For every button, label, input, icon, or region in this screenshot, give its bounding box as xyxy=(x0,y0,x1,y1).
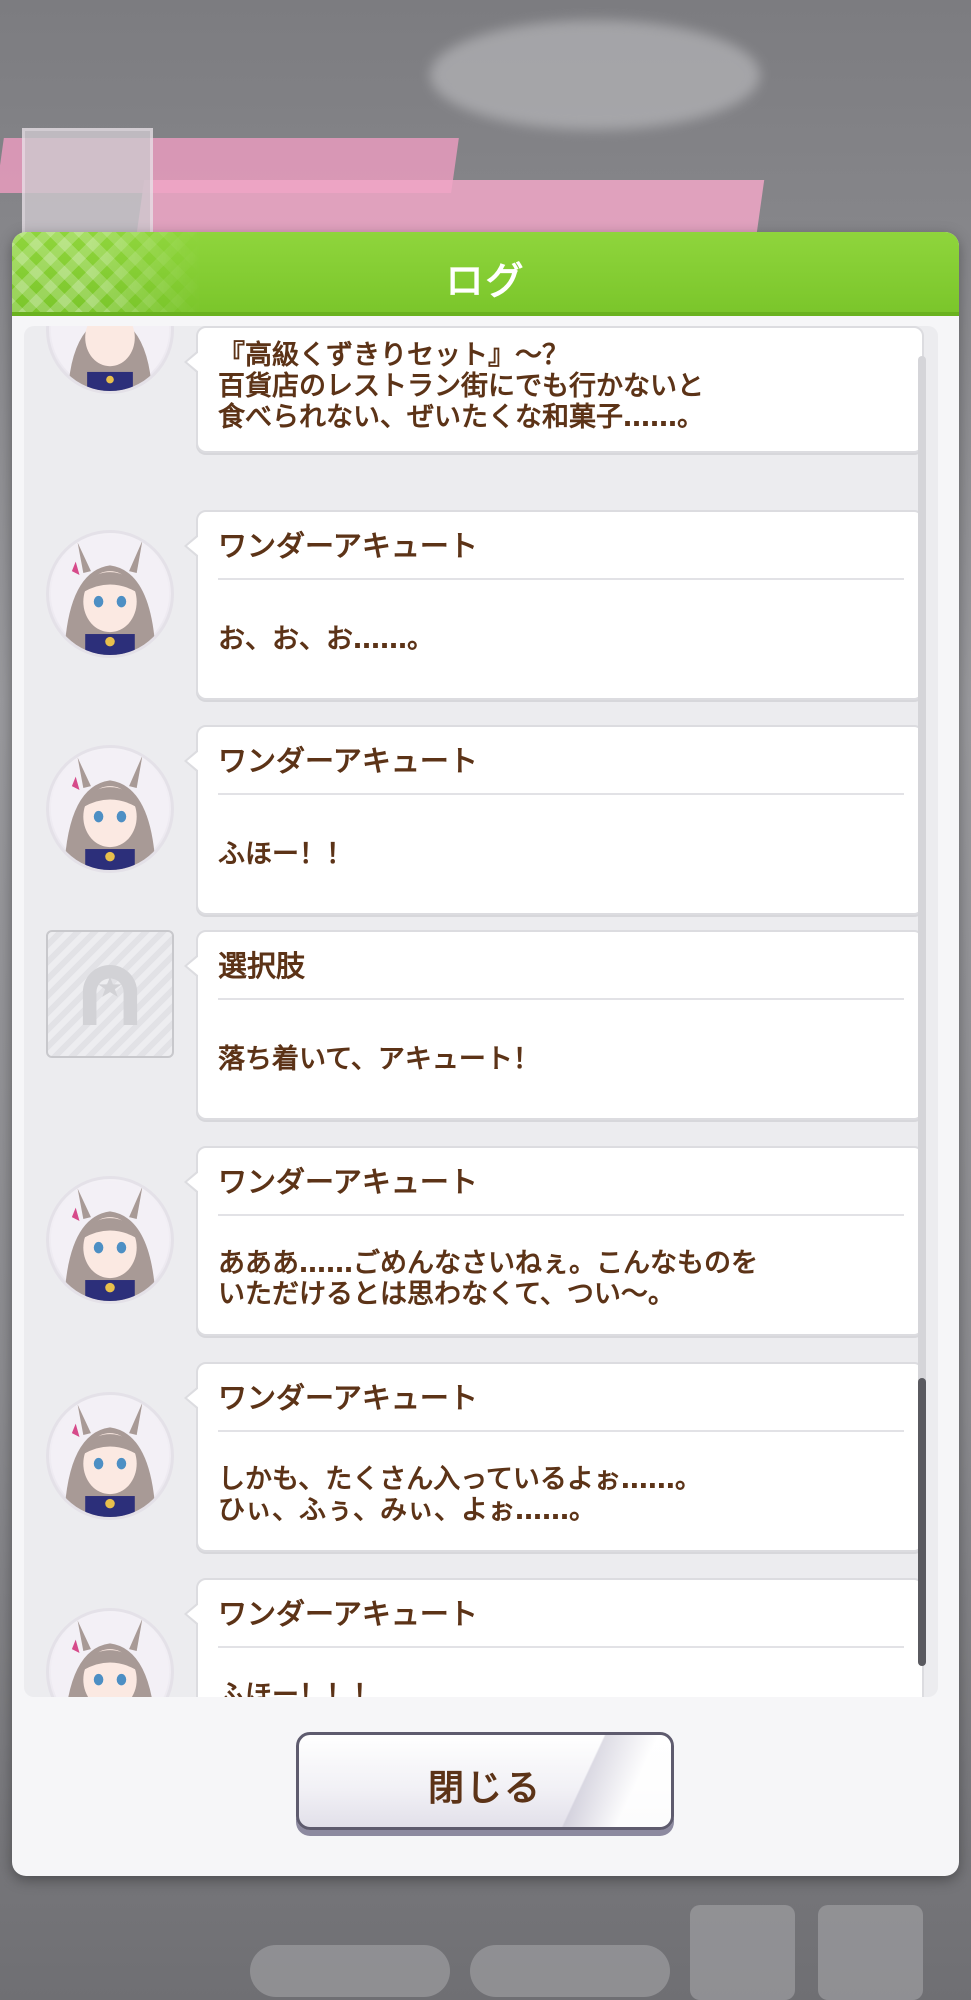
close-button[interactable]: 閉じる xyxy=(296,1732,674,1830)
log-scroll-area[interactable]: 『高級くずきりセット』～？ 百貨店のレストラン街にでも行かないと 食べられない、… xyxy=(24,326,938,1697)
character-portrait-icon xyxy=(46,530,174,658)
message-bubble: 選択肢 落ち着いて、アキュート！ xyxy=(184,930,924,1120)
message-bubble: ワンダーアキュート しかも、たくさん入っているよぉ……。 ひぃ、ふぅ、みぃ、よぉ… xyxy=(184,1362,924,1552)
message-text: 落ち着いて、アキュート！ xyxy=(218,1044,540,1075)
scrollbar-thumb[interactable] xyxy=(918,1378,926,1666)
character-portrait-icon xyxy=(46,1608,174,1697)
message-text: ふほー！！ xyxy=(218,839,353,870)
speaker-name: 選択肢 xyxy=(218,946,904,1000)
background-icon-button xyxy=(690,1905,795,2000)
speaker-name: ワンダーアキュート xyxy=(218,741,904,795)
character-portrait-icon xyxy=(46,1392,174,1520)
log-entry: ワンダーアキュート あああ……ごめんなさいねぇ。こんなものを いただけるとは思わ… xyxy=(24,1146,924,1346)
background-menu-button xyxy=(818,1905,923,2000)
message-text: あああ……ごめんなさいねぇ。こんなものを いただけるとは思わなくて、つい～。 xyxy=(218,1248,758,1310)
speaker-name: ワンダーアキュート xyxy=(218,1162,904,1216)
background-portrait xyxy=(22,128,153,244)
message-text: ふほー！！！ xyxy=(218,1680,380,1697)
background-banner xyxy=(135,180,765,240)
log-entry: ワンダーアキュート ふほー！！ xyxy=(24,715,924,915)
log-dialog: ログ 『高級くずきりセット』～？ 百貨店のレストラン街にでも行かないと 食べられ… xyxy=(12,232,959,1876)
message-bubble: ワンダーアキュート ふほー！！ xyxy=(184,725,924,915)
log-entry: ワンダーアキュート お、お、お……。 xyxy=(24,500,924,700)
message-text: 『高級くずきりセット』～？ 百貨店のレストラン街にでも行かないと 食べられない、… xyxy=(218,340,704,433)
message-bubble: ワンダーアキュート あああ……ごめんなさいねぇ。こんなものを いただけるとは思わ… xyxy=(184,1146,924,1336)
message-text: お、お、お……。 xyxy=(218,624,434,655)
character-portrait-icon xyxy=(46,1176,174,1304)
background-skip-button xyxy=(250,1945,450,1997)
character-portrait-icon xyxy=(46,326,174,394)
message-bubble: ワンダーアキュート お、お、お……。 xyxy=(184,510,924,700)
dialog-title: ログ xyxy=(445,259,526,303)
message-bubble: 『高級くずきりセット』～？ 百貨店のレストラン街にでも行かないと 食べられない、… xyxy=(184,326,924,453)
log-entry: 『高級くずきりセット』～？ 百貨店のレストラン街にでも行かないと 食べられない、… xyxy=(24,326,924,456)
background-lamp xyxy=(430,20,760,130)
message-bubble: ワンダーアキュート ふほー！！！ xyxy=(184,1578,924,1697)
speaker-name: ワンダーアキュート xyxy=(218,1378,904,1432)
close-button-label: 閉じる xyxy=(427,1768,542,1809)
background-button xyxy=(470,1945,670,1997)
log-entry: ワンダーアキュート しかも、たくさん入っているよぉ……。 ひぃ、ふぅ、みぃ、よぉ… xyxy=(24,1362,924,1562)
horseshoe-icon xyxy=(46,930,174,1058)
speaker-name: ワンダーアキュート xyxy=(218,1594,904,1648)
character-portrait-icon xyxy=(46,745,174,873)
log-entry: ワンダーアキュート ふほー！！！ xyxy=(24,1578,924,1697)
speaker-name: ワンダーアキュート xyxy=(218,526,904,580)
log-entry-choice: 選択肢 落ち着いて、アキュート！ xyxy=(24,930,924,1130)
message-text: しかも、たくさん入っているよぉ……。 ひぃ、ふぅ、みぃ、よぉ……。 xyxy=(218,1464,702,1526)
dialog-header: ログ xyxy=(12,232,959,316)
